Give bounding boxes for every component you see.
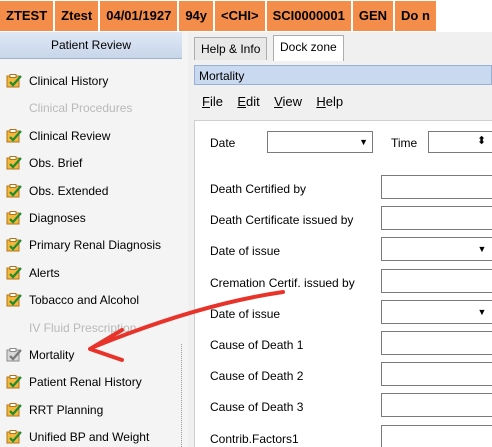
tab-help-info[interactable]: Help & Info [194,37,268,60]
tab-dock-zone[interactable]: Dock zone [273,35,344,61]
sidebar-item-label: Clinical Review [29,128,111,143]
banner-chi: <CHI> [215,1,267,31]
time-input[interactable]: ⬍ [428,131,492,153]
field-label: Date of issue [210,244,281,259]
time-label: Time [391,136,418,150]
sidebar-item[interactable]: Patient Renal History [0,369,182,396]
sidebar-item-label: Mortality [29,348,75,362]
sidebar-item-label: IV Fluid Prescription [29,320,137,335]
field-label: Cause of Death 1 [210,338,304,352]
banner-surname: ZTEST [0,1,56,31]
date-select[interactable]: ▼ [381,237,492,262]
sidebar-item-label: Clinical History [29,74,109,88]
text-input[interactable] [381,393,492,418]
text-input[interactable] [381,424,492,447]
menu-file[interactable]: File [202,94,223,109]
field-label: Death Certified by [210,182,307,196]
clipboard-check-icon [6,375,22,389]
sidebar-item-label: Obs. Extended [29,183,109,198]
clipboard-check-icon [6,74,22,88]
menu-edit[interactable]: Edit [237,94,259,109]
form-field-row: Cause of Death 3 [195,391,492,422]
field-label: Date of issue [210,306,281,321]
sidebar-item-label: Patient Renal History [29,375,142,390]
clipboard-check-icon [6,211,22,225]
form-field-row: Cause of Death 1 [195,329,492,360]
text-input[interactable] [381,268,492,293]
date-picker[interactable]: ▼ [267,131,373,153]
form-field-row: Contrib.Factors1 [195,423,492,447]
sidebar-item[interactable]: Clinical Review [0,123,182,150]
sidebar-item[interactable]: Diagnoses [0,205,182,232]
clipboard-check-icon [6,128,22,143]
main-area: Help & Info Dock zone Mortality File Edi… [188,32,492,447]
field-label: Cremation Certif. issued by [210,275,355,290]
form-field-row: Date of issue ▼ [195,235,492,266]
sidebar-item-label: Unified BP and Weight [29,430,150,445]
text-input[interactable] [381,206,492,231]
chevron-down-icon[interactable]: ▼ [474,241,490,257]
field-label: Cause of Death 3 [210,400,304,415]
form-field-row: Death Certificate issued by [195,204,492,235]
sidebar-scrollbar[interactable] [181,344,188,447]
sidebar-item-label: Clinical Procedures [29,101,133,116]
banner-gender: GEN [352,1,396,31]
sidebar-item[interactable]: Obs. Extended [0,178,182,205]
spinner-icon[interactable]: ⬍ [477,134,486,147]
clipboard-check-icon [6,430,22,444]
banner-age: 94y [179,1,216,31]
sidebar-item[interactable]: Obs. Brief [0,150,182,177]
sidebar-item-label: Primary Renal Diagnosis [29,238,162,253]
clipboard-check-icon [6,183,22,198]
clipboard-check-icon [6,348,22,362]
sidebar-item-label: Alerts [29,265,60,280]
banner-patient-id: SCI0000001 [266,1,353,31]
date-select[interactable]: ▼ [381,299,492,324]
tab-strip: Help & Info Dock zone [188,32,492,61]
sidebar-item[interactable]: Unified BP and Weight [0,424,182,447]
field-label: Cause of Death 2 [210,369,304,384]
clipboard-check-icon [6,238,22,252]
clipboard-check-icon [6,402,22,417]
form-field-row: Cremation Certif. issued by [195,267,492,298]
text-input[interactable] [381,331,492,355]
sidebar-item-label: Diagnoses [29,211,86,225]
sidebar-item-label: Tobacco and Alcohol [29,293,140,308]
form-field-row: Death Certified by [195,173,492,204]
clipboard-check-icon [6,265,22,280]
date-time-row: Date ▼ Time ⬍ [195,127,492,158]
banner-alert: Do n [395,1,438,31]
patient-banner: ZTEST Ztest 04/01/1927 94y <CHI> SCI0000… [0,0,492,32]
sidebar-header[interactable]: Patient Review [0,32,182,59]
menu-help[interactable]: Help [316,94,343,109]
sidebar-item-label: RRT Planning [29,402,104,417]
field-label: Death Certificate issued by [210,213,354,228]
sidebar-item[interactable]: Primary Renal Diagnosis [0,232,182,259]
sidebar-item[interactable]: RRT Planning [0,397,182,424]
menu-bar: File Edit View Help [194,90,345,114]
sidebar-item[interactable]: Alerts [0,260,182,287]
clipboard-check-icon [6,156,22,170]
sidebar-item-label: Obs. Brief [29,156,83,171]
mortality-form: Date ▼ Time ⬍ Death Certified by Death Ce… [194,120,492,447]
sidebar: Patient Review Clinical History Clinical … [0,32,188,447]
banner-dob: 04/01/1927 [100,1,180,31]
field-label: Contrib.Factors1 [210,431,299,446]
sidebar-item[interactable]: Mortality [0,342,182,369]
sidebar-item: Clinical Procedures [0,95,182,122]
panel-title: Mortality [194,65,492,85]
banner-forename: Ztest [55,1,101,31]
menu-view[interactable]: View [274,94,302,109]
text-input[interactable] [381,175,492,199]
sidebar-item[interactable]: Clinical History [0,68,182,95]
text-input[interactable] [381,362,492,387]
sidebar-item[interactable]: Tobacco and Alcohol [0,287,182,314]
clipboard-check-icon [6,293,22,307]
form-field-row: Date of issue ▼ [195,298,492,329]
form-field-row: Cause of Death 2 [195,360,492,391]
chevron-down-icon[interactable]: ▼ [359,134,368,150]
sidebar-item: IV Fluid Prescription [0,315,182,342]
date-label: Date [210,136,236,150]
chevron-down-icon[interactable]: ▼ [474,304,490,320]
